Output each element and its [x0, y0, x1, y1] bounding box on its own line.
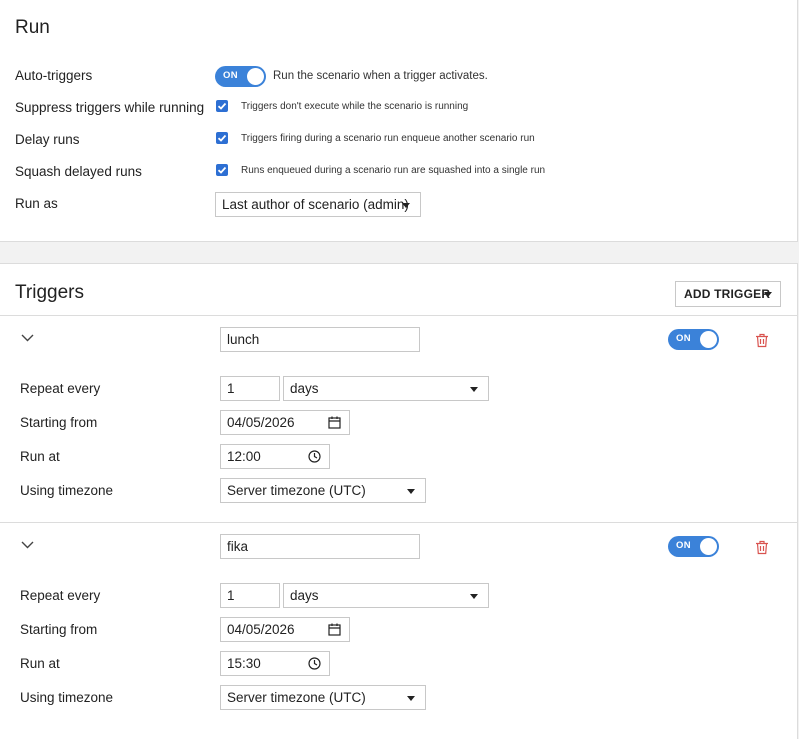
check-icon	[217, 102, 227, 110]
calendar-icon[interactable]	[328, 416, 341, 429]
toggle-knob	[700, 538, 717, 555]
starting-from-label: Starting from	[20, 415, 98, 430]
run-title: Run	[15, 17, 50, 38]
using-timezone-label: Using timezone	[20, 483, 114, 498]
calendar-icon[interactable]	[328, 623, 341, 636]
timezone-select[interactable]: Server timezone (UTC)	[220, 685, 426, 710]
add-trigger-label: ADD TRIGGER	[684, 287, 771, 301]
repeat-every-value: 1	[227, 588, 235, 603]
trigger-name-value: lunch	[227, 332, 260, 347]
check-icon	[217, 134, 227, 142]
repeat-every-label: Repeat every	[20, 381, 101, 396]
triggers-panel: Triggers ADD TRIGGER lunch ON Repeat eve…	[0, 263, 798, 739]
trigger-enabled-toggle[interactable]: ON	[668, 329, 719, 350]
trigger-name-value: fika	[227, 539, 249, 554]
run-as-select[interactable]: Last author of scenario (admin)	[215, 192, 421, 217]
run-at-label: Run at	[20, 656, 60, 671]
starting-from-value: 04/05/2026	[227, 415, 295, 430]
squash-delayed-runs-label: Squash delayed runs	[15, 164, 142, 179]
chevron-down-icon[interactable]	[21, 541, 34, 549]
caret-down-icon	[407, 489, 415, 494]
using-timezone-label: Using timezone	[20, 690, 114, 705]
chevron-down-icon[interactable]	[21, 334, 34, 342]
run-panel: Run Auto-triggers ON Run the scenario wh…	[0, 0, 798, 242]
squash-delayed-runs-description: Runs enqueued during a scenario run are …	[241, 165, 546, 176]
repeat-unit-value: days	[290, 588, 319, 603]
toggle-state-label: ON	[676, 333, 691, 344]
caret-down-icon	[402, 203, 410, 208]
trigger-enabled-toggle[interactable]: ON	[668, 536, 719, 557]
toggle-knob	[247, 68, 264, 85]
run-as-value: Last author of scenario (admin)	[222, 197, 409, 212]
repeat-every-input[interactable]: 1	[220, 376, 280, 401]
squash-delayed-runs-checkbox[interactable]	[216, 164, 228, 176]
trigger-name-input[interactable]: fika	[220, 534, 420, 559]
toggle-knob	[700, 331, 717, 348]
delay-runs-checkbox[interactable]	[216, 132, 228, 144]
trash-icon[interactable]	[755, 540, 769, 555]
suppress-triggers-description: Triggers don't execute while the scenari…	[241, 101, 469, 112]
trigger-name-input[interactable]: lunch	[220, 327, 420, 352]
auto-triggers-toggle[interactable]: ON	[215, 66, 266, 87]
add-trigger-button[interactable]: ADD TRIGGER	[675, 281, 781, 307]
clock-icon[interactable]	[308, 657, 321, 670]
auto-triggers-description: Run the scenario when a trigger activate…	[273, 70, 488, 82]
delay-runs-label: Delay runs	[15, 132, 80, 147]
run-at-label: Run at	[20, 449, 60, 464]
repeat-unit-select[interactable]: days	[283, 583, 489, 608]
run-at-value: 15:30	[227, 656, 261, 671]
auto-triggers-label: Auto-triggers	[15, 68, 93, 83]
run-as-label: Run as	[15, 196, 58, 211]
caret-down-icon	[470, 594, 478, 599]
caret-down-icon	[764, 292, 772, 297]
repeat-every-value: 1	[227, 381, 235, 396]
caret-down-icon	[470, 387, 478, 392]
run-at-time-input[interactable]: 12:00	[220, 444, 330, 469]
run-at-time-input[interactable]: 15:30	[220, 651, 330, 676]
suppress-triggers-label: Suppress triggers while running	[15, 100, 205, 115]
toggle-state-label: ON	[223, 70, 238, 81]
repeat-unit-select[interactable]: days	[283, 376, 489, 401]
check-icon	[217, 166, 227, 174]
trash-icon[interactable]	[755, 333, 769, 348]
starting-from-date-input[interactable]: 04/05/2026	[220, 410, 350, 435]
repeat-every-input[interactable]: 1	[220, 583, 280, 608]
repeat-every-label: Repeat every	[20, 588, 101, 603]
starting-from-value: 04/05/2026	[227, 622, 295, 637]
delay-runs-description: Triggers firing during a scenario run en…	[241, 133, 535, 144]
starting-from-label: Starting from	[20, 622, 98, 637]
trigger-item-lunch: lunch ON Repeat every 1 days Starting fr…	[0, 315, 797, 522]
repeat-unit-value: days	[290, 381, 319, 396]
toggle-state-label: ON	[676, 540, 691, 551]
triggers-title: Triggers	[15, 282, 84, 303]
timezone-select[interactable]: Server timezone (UTC)	[220, 478, 426, 503]
starting-from-date-input[interactable]: 04/05/2026	[220, 617, 350, 642]
trigger-item-fika: fika ON Repeat every 1 days Starting fro…	[0, 522, 797, 729]
timezone-value: Server timezone (UTC)	[227, 483, 366, 498]
caret-down-icon	[407, 696, 415, 701]
run-at-value: 12:00	[227, 449, 261, 464]
suppress-triggers-checkbox[interactable]	[216, 100, 228, 112]
clock-icon[interactable]	[308, 450, 321, 463]
timezone-value: Server timezone (UTC)	[227, 690, 366, 705]
